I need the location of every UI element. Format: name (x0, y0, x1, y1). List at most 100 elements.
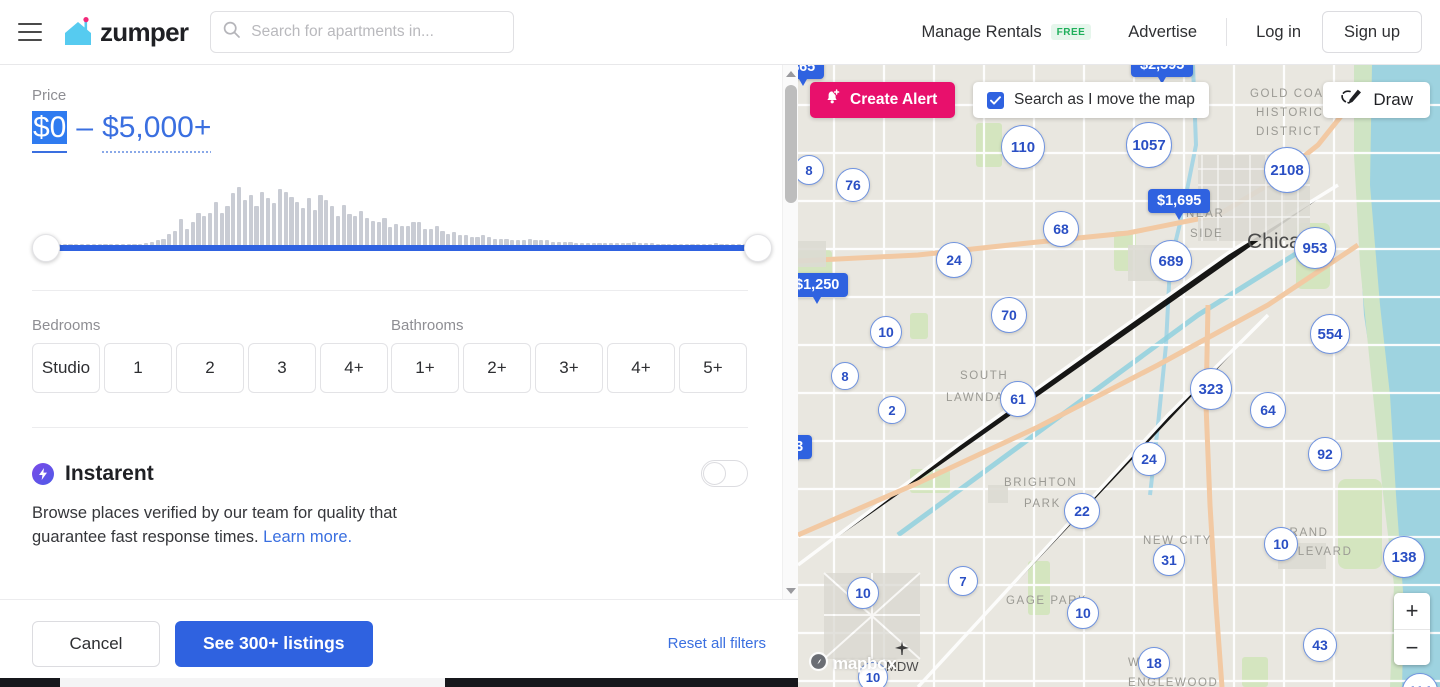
price-slider-track[interactable] (51, 245, 748, 251)
see-listings-button[interactable]: See 300+ listings (175, 620, 373, 667)
map-cluster-marker[interactable]: 24 (936, 242, 972, 278)
bedroom-option[interactable]: 1 (104, 343, 172, 393)
histogram-bar (271, 203, 277, 245)
map-cluster-marker[interactable]: 7 (948, 566, 978, 596)
bedroom-option[interactable]: 4+ (320, 343, 388, 393)
map-cluster-marker[interactable]: 953 (1294, 227, 1336, 269)
create-alert-button[interactable]: Create Alert (810, 82, 956, 118)
histogram-bar (300, 207, 306, 245)
bathroom-option[interactable]: 1+ (391, 343, 459, 393)
price-slider-min-handle[interactable] (32, 234, 60, 262)
lightning-bolt-icon (32, 462, 54, 485)
histogram-bar (463, 235, 468, 245)
histogram-bar (318, 195, 323, 245)
page-bottom-strip-inner (60, 678, 445, 687)
histogram-bar (434, 225, 439, 245)
histogram-bar (190, 222, 195, 245)
map-cluster-marker[interactable]: 70 (991, 297, 1027, 333)
map-cluster-marker[interactable]: 24 (1132, 442, 1166, 476)
map-cluster-marker[interactable]: 2 (878, 396, 906, 424)
map-cluster-marker[interactable]: 43 (1303, 628, 1337, 662)
bathrooms-group: Bathrooms 1+ 2+ 3+ 4+ 5+ (391, 317, 750, 393)
map-cluster-marker[interactable]: 1057 (1126, 122, 1172, 168)
bathroom-option[interactable]: 3+ (535, 343, 603, 393)
histogram-bar (289, 196, 294, 245)
instarent-toggle[interactable] (701, 460, 748, 487)
bathroom-option[interactable]: 5+ (679, 343, 747, 393)
mapbox-attribution[interactable]: mapbox (808, 651, 897, 677)
map-cluster-marker[interactable]: 2108 (1264, 147, 1310, 193)
map-cluster-marker[interactable]: 18 (1138, 647, 1170, 679)
histogram-bar (423, 228, 428, 245)
histogram-bar (353, 216, 358, 245)
bedroom-option[interactable]: 2 (176, 343, 244, 393)
map-cluster-marker[interactable]: 10 (1067, 597, 1099, 629)
histogram-bar (411, 222, 416, 245)
search-box[interactable] (210, 11, 515, 53)
map-cluster-marker[interactable]: 10 (870, 316, 902, 348)
section-divider (32, 290, 748, 291)
map-cluster-marker[interactable]: 110 (1001, 125, 1045, 169)
map-cluster-marker[interactable]: 10 (1264, 527, 1298, 561)
hamburger-menu-icon[interactable] (18, 23, 42, 41)
histogram-bar (405, 225, 410, 245)
bedroom-option[interactable]: Studio (32, 343, 100, 393)
search-as-i-move-toggle[interactable]: Search as I move the map (973, 82, 1209, 118)
nav-manage-rentals[interactable]: Manage Rentals FREE (921, 23, 1092, 42)
instarent-learn-more-link[interactable]: Learn more. (263, 528, 352, 546)
map-cluster-marker[interactable]: 68 (1043, 211, 1079, 247)
map-cluster-marker[interactable]: 689 (1150, 240, 1192, 282)
map-cluster-marker[interactable]: 22 (1064, 493, 1100, 529)
histogram-bar (486, 236, 492, 245)
map-cluster-marker[interactable]: 323 (1190, 368, 1232, 410)
histogram-bar (388, 227, 393, 245)
zoom-out-button[interactable]: − (1394, 629, 1430, 665)
map-cluster-marker[interactable]: 10 (847, 577, 879, 609)
histogram-bar (440, 230, 445, 245)
map-cluster-marker[interactable]: 8 (831, 362, 859, 390)
nav-advertise[interactable]: Advertise (1128, 23, 1197, 42)
map-price-marker[interactable]: $1,250 (798, 273, 849, 304)
histogram-bar (335, 216, 341, 245)
scrollbar-thumb[interactable] (785, 85, 797, 203)
signup-button[interactable]: Sign up (1322, 11, 1422, 53)
rooms-section: Bedrooms Studio 1 2 3 4+ Bathrooms 1+ 2+ 3+ 4+ 5… (32, 317, 750, 393)
map-cluster-marker[interactable]: 31 (1153, 544, 1185, 576)
price-max-underline (102, 151, 212, 153)
map-price-marker-label: $1,250 (798, 273, 849, 297)
map-price-marker-label: $3 (798, 435, 813, 459)
checkbox-checked-icon[interactable] (987, 91, 1004, 109)
histogram-bar (184, 228, 189, 245)
map-cluster-marker[interactable]: 138 (1383, 536, 1425, 578)
map-cluster-marker[interactable]: 64 (1250, 392, 1286, 428)
filter-scrollbar[interactable] (782, 65, 798, 599)
map-cluster-marker[interactable]: 61 (1000, 381, 1036, 417)
bathroom-option[interactable]: 4+ (607, 343, 675, 393)
draw-button[interactable]: Draw (1323, 82, 1430, 118)
bedrooms-label: Bedrooms (32, 317, 101, 334)
mapbox-wordmark: mapbox (833, 654, 897, 673)
search-input[interactable] (251, 23, 502, 41)
price-range-display: $0 – $5,000+ (32, 111, 750, 153)
map-price-marker[interactable]: $1,695 (1148, 189, 1211, 220)
cancel-button[interactable]: Cancel (32, 620, 160, 667)
scroll-up-arrow-icon[interactable] (783, 65, 798, 82)
scroll-down-arrow-icon[interactable] (783, 582, 798, 599)
map-area[interactable]: GOLD COAST HISTORIC DISTRICT NEAR SIDE SOUTH L… (798, 65, 1440, 687)
histogram-bar (248, 195, 253, 245)
map-cluster-marker[interactable]: 554 (1310, 314, 1350, 354)
price-slider-max-handle[interactable] (744, 234, 772, 262)
map-cluster-marker[interactable]: 76 (836, 168, 870, 202)
map-base-tiles (798, 65, 1440, 687)
map-cluster-marker[interactable]: 92 (1308, 437, 1342, 471)
map-price-marker[interactable]: $3 (798, 435, 813, 466)
nav-login[interactable]: Log in (1256, 23, 1301, 42)
reset-all-filters-link[interactable]: Reset all filters (668, 635, 766, 652)
histogram-bar (359, 211, 364, 245)
price-min-field[interactable]: $0 (32, 111, 68, 153)
bedroom-option[interactable]: 3 (248, 343, 316, 393)
bathroom-option[interactable]: 2+ (463, 343, 531, 393)
zumper-logo[interactable]: zumper (61, 17, 189, 48)
price-max-field[interactable]: $5,000+ (102, 111, 212, 153)
zoom-in-button[interactable]: + (1394, 593, 1430, 629)
